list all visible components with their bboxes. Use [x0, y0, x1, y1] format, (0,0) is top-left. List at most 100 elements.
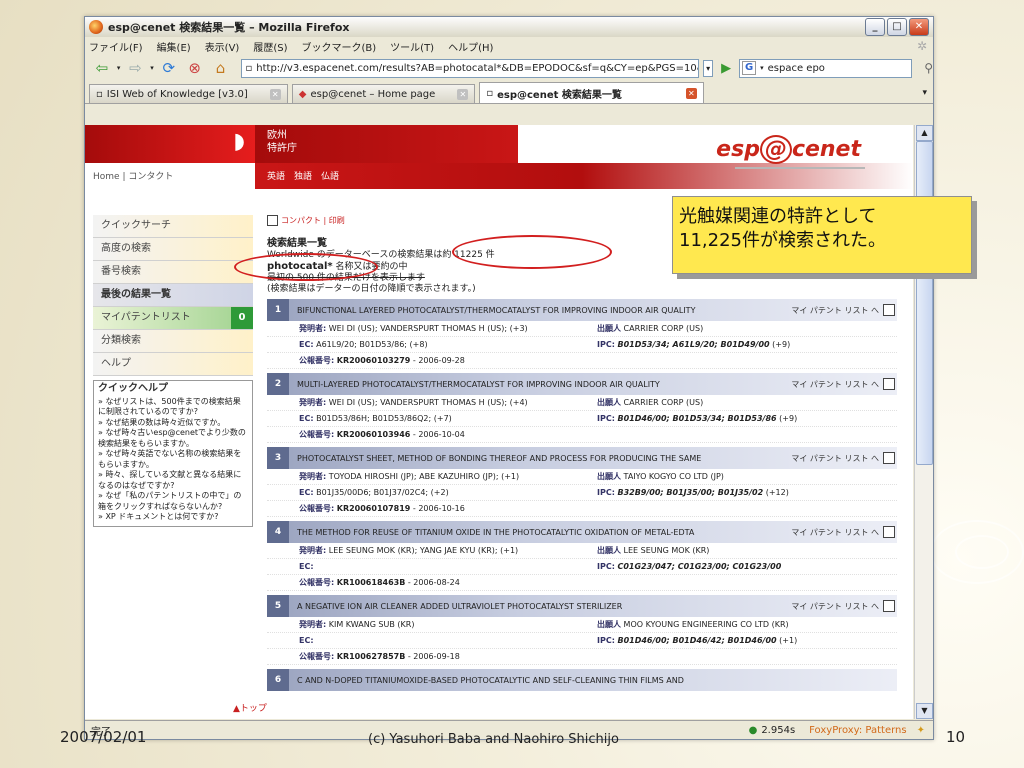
- result-title-link[interactable]: C AND N-DOPED TITANIUMOXIDE-BASED PHOTOC…: [289, 676, 767, 685]
- foxyproxy-status[interactable]: FoxyProxy: Patterns: [809, 725, 906, 736]
- tab-espacenet-results[interactable]: ▫ esp@cenet 検索結果一覧 ✕: [479, 82, 704, 103]
- go-icon[interactable]: ▶: [721, 61, 731, 76]
- close-button[interactable]: ✕: [909, 18, 929, 36]
- search-bar[interactable]: G ▾ espace epo: [739, 58, 913, 78]
- foxyproxy-icon[interactable]: ✦: [917, 725, 925, 736]
- publication-number[interactable]: KR100618463B: [337, 578, 406, 587]
- quick-help-link[interactable]: » 時々、探している文献と異なる結果になるのはなぜですか?: [98, 470, 248, 491]
- publication-cell: 公報番号: KR100627857B - 2006-09-18: [299, 651, 460, 662]
- add-to-list-checkbox[interactable]: [883, 304, 895, 316]
- ipc-more: (+1): [776, 636, 798, 645]
- add-to-list-checkbox[interactable]: [883, 526, 895, 538]
- window-title: esp@cenet 検索結果一覧 – Mozilla Firefox: [108, 21, 350, 34]
- ipc-more: (+9): [776, 414, 798, 423]
- add-to-patent-list: マイ パテント リスト へ: [791, 452, 897, 464]
- ipc-value[interactable]: B01D46/00; B01D53/34; B01D53/86: [617, 414, 776, 423]
- quick-help-link[interactable]: » なぜ時々古いesp@cenetでより少数の検索結果をもらいますか。: [98, 428, 248, 449]
- quick-help-link[interactable]: » XP ドキュメントとは何ですか?: [98, 512, 248, 523]
- search-icon[interactable]: ⚲: [924, 61, 933, 75]
- result-title-link[interactable]: THE METHOD FOR REUSE OF TITANIUM OXIDE I…: [289, 528, 767, 537]
- home-contact-link[interactable]: Home | コンタクト: [93, 169, 173, 182]
- minimize-button[interactable]: _: [865, 18, 885, 36]
- menu-item[interactable]: ツール(T): [390, 39, 434, 54]
- home-icon[interactable]: ⌂: [210, 58, 232, 78]
- nav-quick-search[interactable]: クイックサーチ: [93, 215, 253, 238]
- maximize-button[interactable]: □: [887, 18, 907, 36]
- scroll-up-icon[interactable]: ▲: [916, 125, 933, 141]
- tab-isi[interactable]: ▫ ISI Web of Knowledge [v3.0] ✕: [89, 84, 288, 103]
- menu-item[interactable]: ブックマーク(B): [302, 39, 377, 54]
- inventor-label: 発明者:: [299, 324, 327, 333]
- forward-dropdown-icon[interactable]: ▾: [150, 64, 154, 72]
- scroll-down-icon[interactable]: ▼: [916, 703, 933, 719]
- tab-list-icon[interactable]: ▾: [922, 88, 927, 98]
- add-to-list-checkbox[interactable]: [883, 452, 895, 464]
- patent-list-count-badge: 0: [231, 307, 253, 329]
- applicant-cell: 出願人 CARRIER CORP (US): [597, 323, 703, 334]
- ipc-value[interactable]: B32B9/00; B01J35/00; B01J35/02: [617, 488, 763, 497]
- quick-help-link[interactable]: » なぜリストは、500件までの検索結果に制限されているのですか?: [98, 397, 248, 418]
- tab-close-icon[interactable]: ✕: [685, 87, 697, 99]
- nav-help[interactable]: ヘルプ: [93, 353, 253, 376]
- ipc-value[interactable]: B01D53/34; A61L9/20; B01D49/00: [617, 340, 769, 349]
- tab-close-icon[interactable]: ✕: [269, 88, 281, 100]
- reload-icon[interactable]: ⟳: [158, 58, 180, 78]
- forward-icon[interactable]: ⇨: [124, 58, 146, 78]
- ec-value[interactable]: B01J35/00D6; B01J37/02C4; (+2): [316, 488, 449, 497]
- nav-advanced-search[interactable]: 高度の検索: [93, 238, 253, 261]
- result-title-link[interactable]: PHOTOCATALYST SHEET, METHOD OF BONDING T…: [289, 454, 767, 463]
- quick-help-link[interactable]: » なぜ時々英語でない名称の検索結果をもらいますか。: [98, 449, 248, 470]
- title-bar: esp@cenet 検索結果一覧 – Mozilla Firefox _ □ ✕: [85, 17, 933, 37]
- result-classification-row: EC: IPC: C01G23/047; C01G23/00; C01G23/0…: [267, 559, 897, 575]
- nav-last-results[interactable]: 最後の結果一覧: [93, 284, 253, 307]
- menu-item[interactable]: 表示(V): [205, 39, 240, 54]
- menu-item[interactable]: ファイル(F): [89, 39, 143, 54]
- add-to-patent-list: マイ パテント リスト へ: [791, 526, 897, 538]
- inventor-value: KIM KWANG SUB (KR): [328, 620, 415, 629]
- nav-classification-search[interactable]: 分類検索: [93, 330, 253, 353]
- publication-number[interactable]: KR100627857B: [337, 652, 406, 661]
- add-to-list-checkbox[interactable]: [883, 378, 895, 390]
- publication-number[interactable]: KR20060103279: [337, 356, 411, 365]
- tab-espacenet-home[interactable]: ◆ esp@cenet – Home page ✕: [291, 84, 476, 103]
- publication-number[interactable]: KR20060103946: [337, 430, 411, 439]
- publication-number[interactable]: KR20060107819: [337, 504, 411, 513]
- stop-icon[interactable]: ⊗: [184, 58, 206, 78]
- google-icon[interactable]: G: [742, 61, 757, 75]
- result-title-link[interactable]: BIFUNCTIONAL LAYERED PHOTOCATALYST/THERM…: [289, 306, 767, 315]
- back-icon[interactable]: ⇦: [91, 58, 113, 78]
- ipc-label: IPC:: [597, 414, 615, 423]
- result-title-link[interactable]: MULTI-LAYERED PHOTOCATALYST/THERMOCATALY…: [289, 380, 767, 389]
- menu-item[interactable]: 編集(E): [157, 39, 191, 54]
- back-dropdown-icon[interactable]: ▾: [117, 64, 121, 72]
- ec-cell: EC:: [299, 562, 597, 571]
- url-dropdown-icon[interactable]: ▾: [703, 59, 714, 77]
- search-input[interactable]: espace epo: [768, 63, 825, 74]
- publication-date: - 2006-08-24: [405, 578, 460, 587]
- nav-my-patent-list[interactable]: マイパテントリスト 0: [93, 307, 253, 330]
- publication-label: 公報番号:: [299, 356, 335, 365]
- menu-bar: ファイル(F) 編集(E) 表示(V) 履歴(S) ブックマーク(B) ツール(T) ヘルプ…: [85, 37, 933, 55]
- scroll-thumb[interactable]: [916, 141, 933, 465]
- ec-value[interactable]: A61L9/20; B01D53/86; (+8): [316, 340, 427, 349]
- compact-print-links[interactable]: コンパクト | 印刷: [281, 215, 345, 226]
- menu-item[interactable]: ヘルプ(H): [448, 39, 493, 54]
- nav-number-search[interactable]: 番号検索: [93, 261, 253, 284]
- result-title-link[interactable]: A NEGATIVE ION AIR CLEANER ADDED ULTRAVI…: [289, 602, 767, 611]
- menu-item[interactable]: 履歴(S): [253, 39, 287, 54]
- compact-checkbox[interactable]: [267, 215, 278, 226]
- ec-value[interactable]: B01D53/86H; B01D53/86Q2; (+7): [316, 414, 452, 423]
- ipc-cell: IPC: C01G23/047; C01G23/00; C01G23/00: [597, 562, 781, 571]
- tab-close-icon[interactable]: ✕: [457, 88, 469, 100]
- load-time: 2.954s: [761, 724, 796, 736]
- url-bar[interactable]: ▫ http://v3.espacenet.com/results?AB=pho…: [241, 58, 700, 78]
- ipc-value[interactable]: C01G23/047; C01G23/00; C01G23/00: [617, 562, 781, 571]
- ipc-value[interactable]: B01D46/00; B01D46/42; B01D46/00: [617, 636, 776, 645]
- add-to-list-checkbox[interactable]: [883, 600, 895, 612]
- language-links[interactable]: 英語 独語 仏語: [267, 169, 339, 182]
- back-to-top-link[interactable]: ▲トップ: [233, 701, 267, 714]
- ec-label: EC:: [299, 488, 314, 497]
- quick-help-link[interactable]: » なぜ結果の数は時々近似ですか。: [98, 418, 248, 429]
- quick-help-link[interactable]: » なぜ「私のパテントリストの中で」の箱をクリックすればならないんか?: [98, 491, 248, 512]
- result-number: 5: [267, 595, 289, 617]
